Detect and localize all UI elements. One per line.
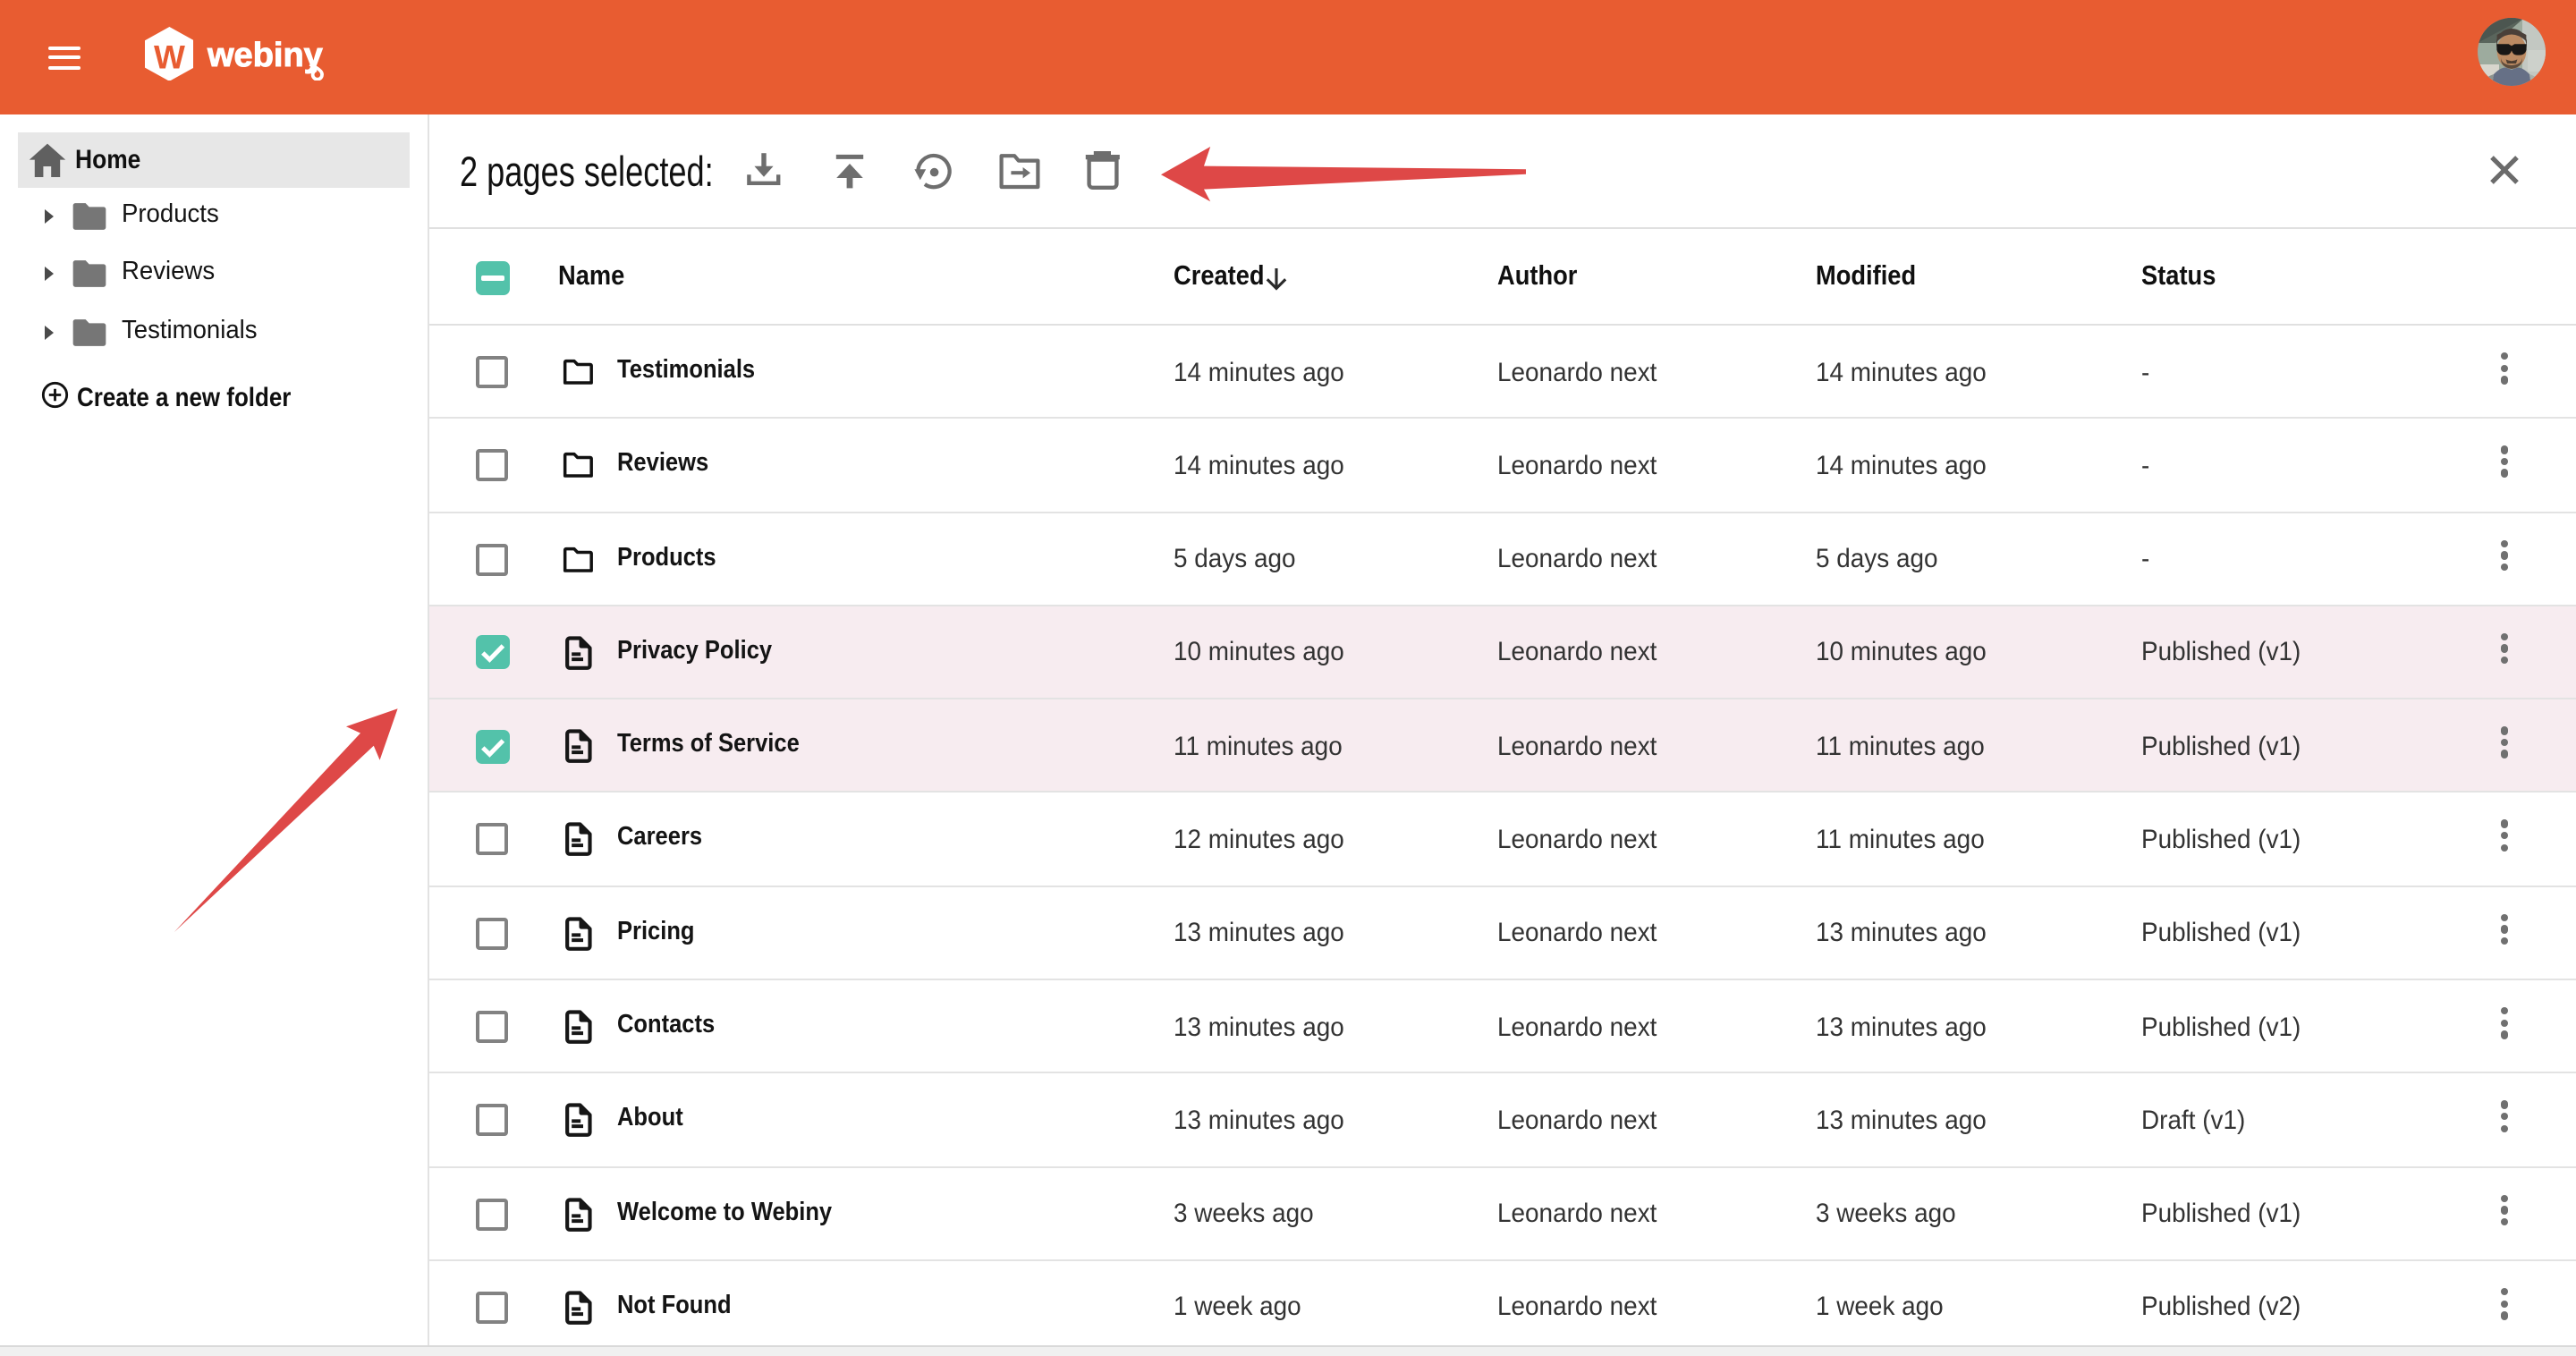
- svg-text:W: W: [154, 38, 185, 75]
